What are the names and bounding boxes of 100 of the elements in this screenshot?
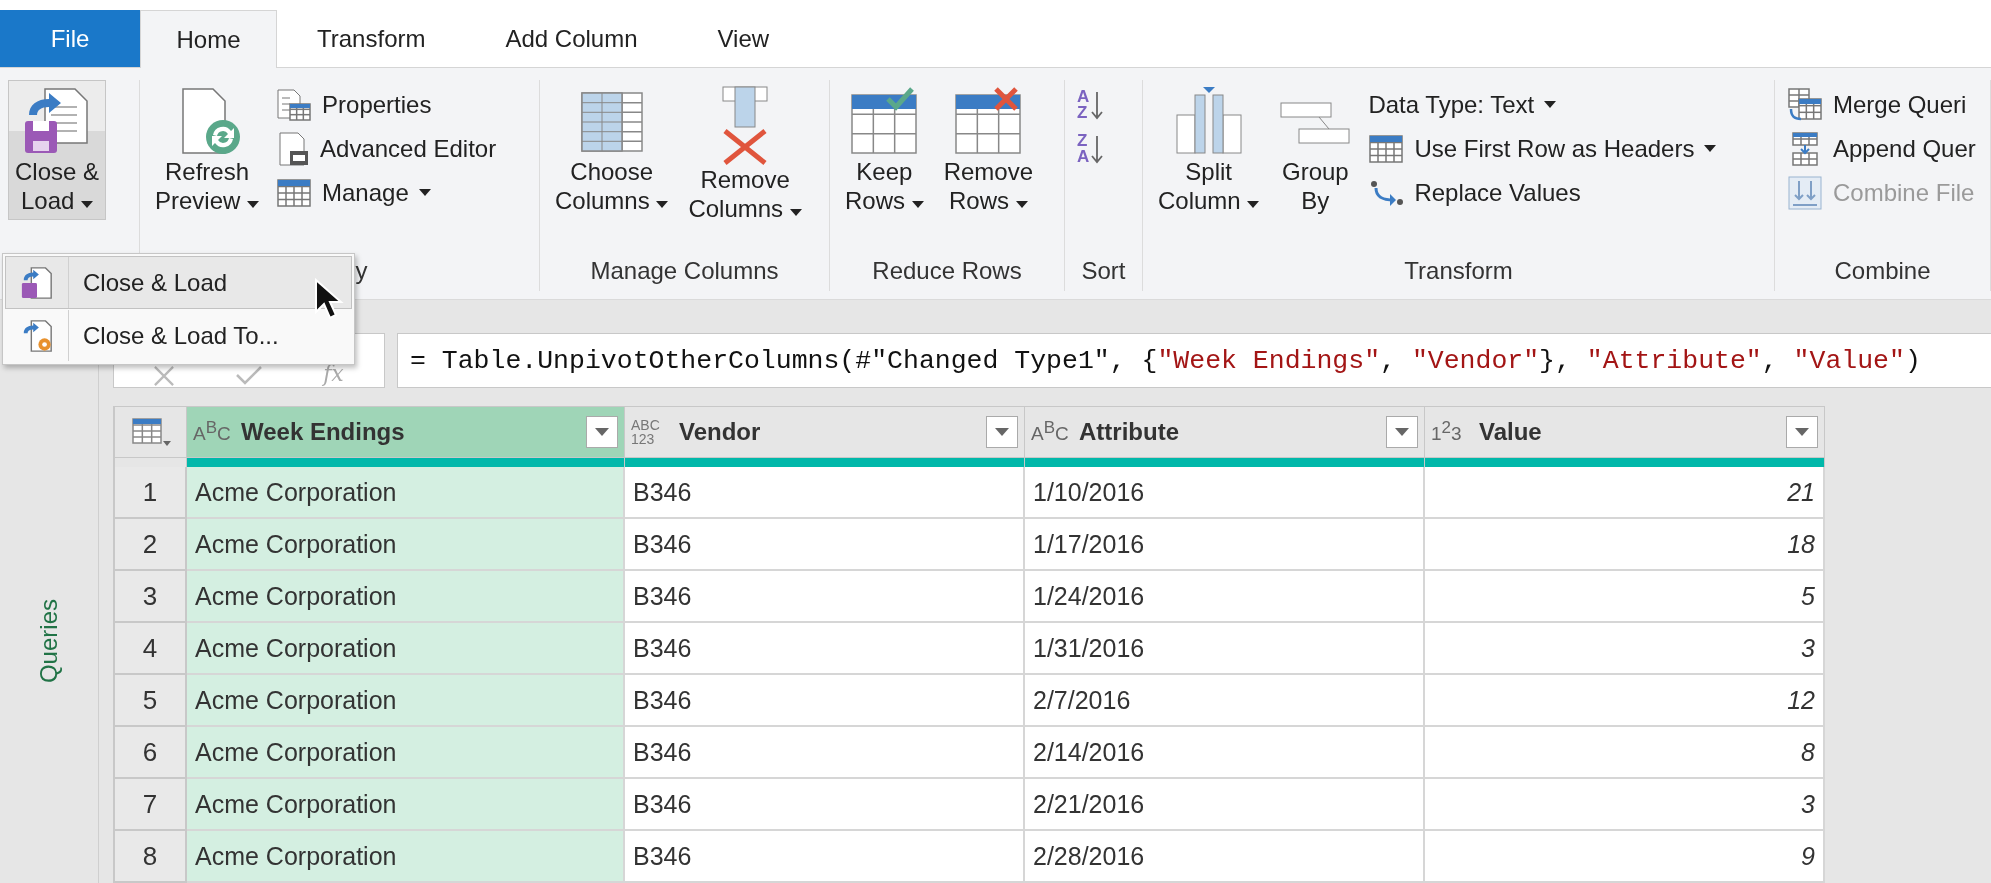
ribbon-button[interactable]: Manage	[272, 172, 501, 214]
replace-arrow-icon	[1368, 178, 1405, 208]
filter-button[interactable]	[986, 416, 1018, 448]
group-label: Manage Columns	[590, 257, 779, 284]
caret-icon	[911, 201, 924, 209]
properties-icon	[276, 88, 313, 122]
table-cell: 1/17/2016	[1025, 519, 1425, 571]
data-type-icon[interactable]: 1$^{2}$3	[1431, 418, 1469, 446]
table-cell: 3	[1425, 779, 1825, 831]
table-cell: B346	[625, 831, 1025, 883]
ribbon-button[interactable]: Group By	[1272, 80, 1359, 220]
ribbon-button[interactable]: Data Type: Text	[1364, 84, 1721, 126]
caret-icon	[1704, 145, 1717, 153]
menu-item[interactable]: Close & Load To...	[5, 309, 352, 362]
column-header[interactable]: 1$^{2}$3 Value	[1425, 406, 1825, 458]
table-cell: 2/14/2016	[1025, 727, 1425, 779]
row-number: 2	[115, 519, 187, 571]
ribbon-button[interactable]: Merge Queri	[1783, 84, 1980, 126]
data-type-icon[interactable]: A$^{B}$C	[193, 418, 231, 446]
table-cell: B346	[625, 623, 1025, 675]
file-tab[interactable]: File	[0, 10, 140, 67]
ribbon-button[interactable]: Properties	[272, 84, 501, 126]
ribbon-button[interactable]: Close & Load	[8, 80, 107, 220]
menu-item[interactable]: Close & Load	[5, 256, 352, 309]
sort-button[interactable]: ZA	[1073, 128, 1108, 170]
table-cell: 2/21/2016	[1025, 779, 1425, 831]
row-number: 3	[115, 571, 187, 623]
data-type-icon[interactable]: ABC 123	[631, 418, 669, 446]
caret-icon	[81, 201, 94, 209]
table-cell: 18	[1425, 519, 1825, 571]
caret-icon	[1395, 428, 1409, 436]
table-cell: 2/28/2016	[1025, 831, 1425, 883]
table-icon	[1368, 134, 1405, 164]
row-number: 8	[115, 831, 187, 883]
caret-icon	[1015, 201, 1028, 209]
group-label: y	[355, 257, 368, 284]
column-header[interactable]: A$^{B}$C Attribute	[1025, 406, 1425, 458]
table-cell: B346	[625, 571, 1025, 623]
combine-files-icon	[1787, 175, 1823, 211]
ribbon-button[interactable]: Remove Rows	[936, 80, 1041, 220]
down-arrow-icon	[1091, 90, 1104, 120]
table-cell: 8	[1425, 727, 1825, 779]
caret-icon	[656, 201, 669, 209]
cursor-icon	[314, 278, 344, 320]
column-header[interactable]: ABC 123 Vendor	[625, 406, 1025, 458]
caret-icon	[418, 189, 431, 197]
table-cell: 9	[1425, 831, 1825, 883]
table-cell: Acme Corporation	[187, 779, 625, 831]
table-menu-icon	[130, 417, 171, 447]
caret-icon	[1247, 201, 1260, 209]
ribbon-tab[interactable]: Add Column	[465, 10, 678, 67]
group-label: Sort	[1081, 257, 1126, 284]
column-header[interactable]: A$^{B}$C Week Endings	[187, 406, 625, 458]
queries-label[interactable]: Queries	[35, 599, 63, 684]
caret-icon	[1795, 428, 1809, 436]
ribbon-button[interactable]: Append Quer	[1783, 128, 1980, 170]
table-cell: 12	[1425, 675, 1825, 727]
sort-button[interactable]: AZ	[1073, 84, 1108, 126]
ribbon-tab[interactable]: Transform	[277, 10, 466, 67]
table-cell: 21	[1425, 467, 1825, 519]
row-number: 5	[115, 675, 187, 727]
formula-field[interactable]: = Table.UnpivotOtherColumns(#"Changed Type1", {"Week Endings", "Vendor"}, "Attribute", "Value")	[397, 333, 1991, 388]
table-cell: Acme Corporation	[187, 623, 625, 675]
table-icon	[276, 178, 313, 208]
caret-icon	[595, 428, 609, 436]
ribbon-button[interactable]: Refresh Preview	[148, 80, 267, 220]
ribbon-button[interactable]: Advanced Editor	[272, 128, 501, 170]
data-type-icon[interactable]: A$^{B}$C	[1031, 418, 1069, 446]
caret-icon	[1544, 101, 1557, 109]
group-label: Reduce Rows	[872, 257, 1022, 284]
document-floppy-icon	[20, 265, 54, 300]
caret-icon	[995, 428, 1009, 436]
ribbon-button[interactable]: Split Column	[1151, 80, 1267, 220]
document-icon	[276, 131, 311, 167]
merge-tables-icon	[1787, 87, 1823, 123]
row-number: 7	[115, 779, 187, 831]
ribbon-tab[interactable]: Home	[140, 10, 277, 68]
table-cell: Acme Corporation	[187, 675, 625, 727]
table-cell: B346	[625, 727, 1025, 779]
filter-button[interactable]	[586, 416, 618, 448]
table-cell: 1/31/2016	[1025, 623, 1425, 675]
filter-button[interactable]	[1386, 416, 1418, 448]
table-cell: Acme Corporation	[187, 467, 625, 519]
caret-icon	[247, 201, 260, 209]
ribbon-button[interactable]: Use First Row as Headers	[1364, 128, 1721, 170]
ribbon-button[interactable]: Replace Values	[1364, 172, 1721, 214]
ribbon-button[interactable]: Choose Columns	[548, 80, 676, 220]
group-label: Combine	[1834, 257, 1931, 284]
table-cell: Acme Corporation	[187, 571, 625, 623]
filter-button[interactable]	[1786, 416, 1818, 448]
group-label: Transform	[1404, 257, 1513, 284]
caret-icon	[789, 209, 802, 217]
table-cell: Acme Corporation	[187, 519, 625, 571]
ribbon-button[interactable]: Keep Rows	[838, 80, 931, 220]
ribbon-button[interactable]: Remove Columns	[681, 80, 809, 228]
table-cell: B346	[625, 519, 1025, 571]
table-cell: 2/7/2016	[1025, 675, 1425, 727]
ribbon-tab[interactable]: View	[677, 10, 810, 67]
down-arrow-icon	[1091, 134, 1104, 164]
row-number: 1	[115, 467, 187, 519]
